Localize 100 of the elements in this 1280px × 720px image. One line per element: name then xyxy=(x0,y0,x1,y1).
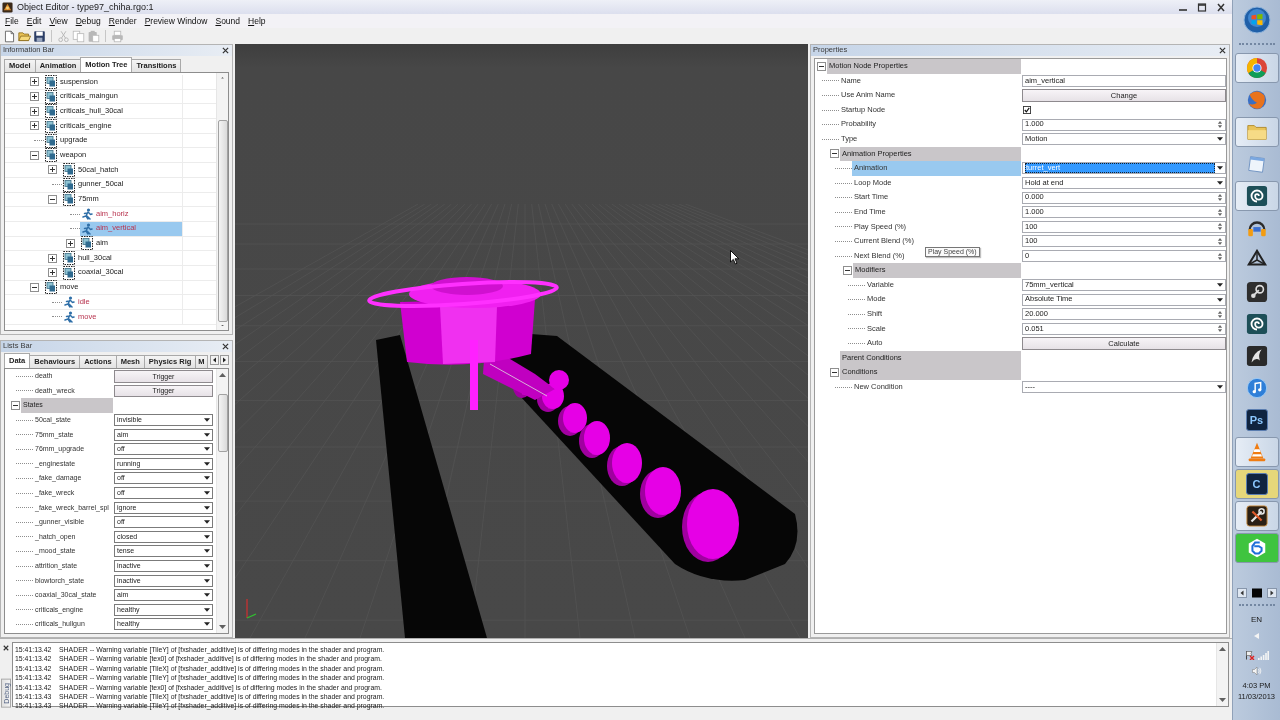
taskbar-app-button[interactable]: Ps xyxy=(1234,405,1279,435)
collapse-icon[interactable] xyxy=(843,266,852,276)
node-stack-icon xyxy=(45,104,57,119)
collapse-icon[interactable] xyxy=(48,194,57,204)
expand-icon[interactable] xyxy=(66,238,75,248)
spin-arrows-icon[interactable] xyxy=(1217,120,1223,130)
spin-arrows-icon[interactable] xyxy=(1217,236,1223,246)
collapse-icon[interactable] xyxy=(30,282,39,292)
vertical-scrollbar[interactable] xyxy=(1216,643,1228,706)
scroll-down-arrow-icon[interactable] xyxy=(1219,698,1226,702)
start-orb-icon[interactable] xyxy=(1242,6,1271,34)
expand-icon[interactable] xyxy=(48,253,57,263)
3d-viewport[interactable] xyxy=(235,44,808,638)
expand-icon[interactable] xyxy=(30,121,39,131)
flag-icon[interactable] xyxy=(1244,650,1255,660)
scroll-down-arrow-icon[interactable] xyxy=(219,324,226,326)
dropdown-arrow-icon[interactable] xyxy=(204,505,210,510)
dropdown-arrow-icon[interactable] xyxy=(1217,166,1223,171)
spiral-tile-icon xyxy=(1245,185,1268,207)
close-icon[interactable] xyxy=(222,343,229,350)
scissors-icon xyxy=(57,29,70,43)
dropdown-arrow-icon[interactable] xyxy=(204,461,210,466)
tab-scroll-left-icon[interactable] xyxy=(210,355,219,365)
dropdown-arrow-icon[interactable] xyxy=(204,622,210,627)
spin-arrows-icon[interactable] xyxy=(1217,222,1223,232)
spin-arrows-icon[interactable] xyxy=(1217,324,1223,334)
dropdown-arrow-icon[interactable] xyxy=(204,476,210,481)
collapse-icon[interactable] xyxy=(830,368,839,378)
dropdown-arrow-icon[interactable] xyxy=(1217,137,1223,142)
spin-arrows-icon[interactable] xyxy=(1217,207,1223,217)
language-indicator[interactable]: EN xyxy=(1250,615,1263,625)
dropdown-arrow-icon[interactable] xyxy=(1217,283,1223,288)
collapse-icon[interactable] xyxy=(11,401,20,410)
notepad-icon xyxy=(1245,153,1268,175)
dropdown-arrow-icon[interactable] xyxy=(204,564,210,568)
menu-item[interactable]: Debug xyxy=(71,15,105,27)
dropdown-arrow-icon[interactable] xyxy=(204,447,210,452)
dropdown-arrow-icon[interactable] xyxy=(1217,297,1223,302)
taskbar-scroll-arrows-icon[interactable] xyxy=(1236,588,1277,598)
spin-arrows-icon[interactable] xyxy=(1217,251,1223,261)
app-logo-icon xyxy=(2,1,13,13)
menu-item[interactable]: Edit xyxy=(22,15,46,27)
dropdown-arrow-icon[interactable] xyxy=(1217,181,1223,186)
scroll-up-arrow-icon[interactable] xyxy=(1219,647,1226,651)
maximize-icon[interactable] xyxy=(1197,2,1207,12)
node-stack-icon xyxy=(45,148,57,163)
vertical-scrollbar[interactable] xyxy=(216,73,228,330)
close-icon[interactable] xyxy=(1216,2,1226,12)
axis-gizmo-icon xyxy=(245,597,257,619)
vertical-scrollbar[interactable] xyxy=(216,369,228,633)
scroll-thumb[interactable] xyxy=(217,119,228,322)
menu-item[interactable]: Sound xyxy=(211,15,245,27)
node-stack-icon xyxy=(45,118,57,133)
dropdown-arrow-icon[interactable] xyxy=(204,491,210,496)
dropdown-arrow-icon[interactable] xyxy=(204,607,210,612)
taskbar-app-button[interactable] xyxy=(1234,181,1279,211)
collapse-icon[interactable] xyxy=(817,61,826,71)
expand-icon[interactable] xyxy=(30,77,39,87)
spin-arrows-icon[interactable] xyxy=(1217,309,1223,319)
spin-arrows-icon[interactable] xyxy=(1217,193,1223,203)
tab-scroll-right-icon[interactable] xyxy=(220,355,229,365)
scroll-down-arrow-icon[interactable] xyxy=(219,625,226,629)
running-figure-icon xyxy=(81,208,93,221)
menu-item[interactable]: Render xyxy=(104,15,141,27)
letter-tile-logo: Ps xyxy=(1245,409,1268,431)
scroll-thumb[interactable] xyxy=(217,394,228,452)
dropdown-arrow-icon[interactable] xyxy=(1217,385,1223,390)
close-icon[interactable] xyxy=(222,47,229,54)
running-figure-icon xyxy=(63,310,75,323)
expand-icon[interactable] xyxy=(48,268,57,278)
menu-item[interactable]: Help xyxy=(244,15,270,27)
expand-icon[interactable] xyxy=(30,92,39,102)
close-icon[interactable] xyxy=(2,645,9,651)
running-figure-icon xyxy=(63,296,75,309)
menu-item[interactable]: File xyxy=(1,15,23,27)
dropdown-arrow-icon[interactable] xyxy=(204,534,210,539)
scroll-up-arrow-icon[interactable] xyxy=(219,373,226,377)
collapse-icon[interactable] xyxy=(830,149,839,159)
dropdown-arrow-icon[interactable] xyxy=(204,549,210,554)
checkbox[interactable] xyxy=(1023,106,1031,115)
menu-item[interactable]: View xyxy=(45,15,72,27)
close-icon[interactable] xyxy=(1219,47,1226,54)
printer-icon xyxy=(111,29,124,43)
toolbar-button[interactable] xyxy=(32,29,47,43)
dropdown-arrow-icon[interactable] xyxy=(204,520,210,525)
dropdown-arrow-icon[interactable] xyxy=(204,418,210,423)
open-folder-icon xyxy=(18,29,31,43)
taskbar-app-button[interactable] xyxy=(1234,501,1279,531)
collapse-icon[interactable] xyxy=(30,150,39,160)
expand-icon[interactable] xyxy=(48,165,57,175)
menu-item[interactable]: Preview Window xyxy=(140,15,212,27)
clipboard-icon xyxy=(87,29,100,43)
dropdown-arrow-icon[interactable] xyxy=(204,432,210,437)
crossed-tools-icon xyxy=(1245,505,1268,527)
dropdown-arrow-icon[interactable] xyxy=(204,593,210,598)
scroll-up-arrow-icon[interactable] xyxy=(219,77,226,79)
window-title: Object Editor - type97_chiha.rgo:1 xyxy=(17,1,154,13)
dropdown-arrow-icon[interactable] xyxy=(204,578,210,583)
expand-icon[interactable] xyxy=(30,106,39,116)
taskbar-app-button[interactable]: C xyxy=(1234,469,1279,499)
